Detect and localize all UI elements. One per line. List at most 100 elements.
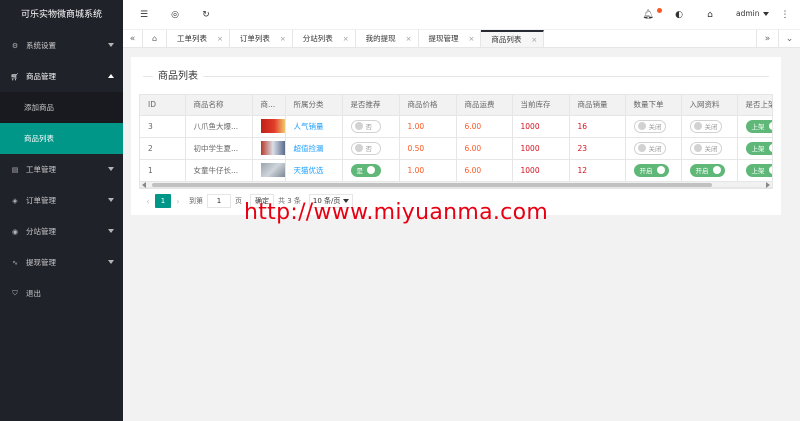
shield-icon: ⛉	[12, 289, 18, 297]
tab-label: 我的提现	[365, 34, 396, 43]
column-header[interactable]: 数量下单	[625, 95, 682, 115]
column-header[interactable]: ID	[140, 95, 186, 115]
qty-order-switch[interactable]: 关闭	[633, 119, 666, 133]
sidebar-item-withdraw-management[interactable]: ∿ 提现管理	[0, 247, 123, 278]
close-icon[interactable]: ×	[217, 35, 223, 43]
caret-down-icon	[762, 11, 769, 16]
pulse-icon: ∿	[12, 258, 18, 267]
sidebar-item-add-product[interactable]: 添加商品	[0, 92, 123, 123]
net-info-switch[interactable]: 开启	[689, 163, 725, 177]
cell-stock: 1000	[512, 158, 570, 181]
cell-price: 0.50	[399, 136, 457, 159]
theme-icon[interactable]: ◐	[672, 8, 686, 22]
sidebar-item-product-management[interactable]: 🛒︎ 商品管理	[0, 61, 123, 92]
refresh-icon[interactable]: ↻	[199, 8, 213, 22]
cell-recommend: 否	[342, 136, 400, 159]
cell-sales: 16	[569, 114, 626, 137]
column-header[interactable]: 是否上架	[737, 95, 772, 115]
chevron-down-icon	[108, 167, 114, 171]
tab-menu-icon[interactable]: ⌄	[778, 30, 800, 47]
cell-shelf: 上架	[737, 136, 772, 159]
recommend-switch[interactable]: 是	[350, 163, 381, 177]
cell-price: 1.00	[399, 114, 457, 137]
cell-net-info: 开启	[681, 158, 738, 181]
page-title: 商品列表	[153, 67, 203, 82]
box-icon: ◈	[12, 196, 18, 205]
sidebar-item-order-management[interactable]: ◈ 订单管理	[0, 185, 123, 216]
cell-freight: 6.00	[456, 136, 513, 159]
tab-withdraw-management[interactable]: 提现管理 ×	[419, 30, 482, 47]
tab-order-list[interactable]: 订单列表 ×	[230, 30, 293, 47]
column-header[interactable]: 是否推荐	[342, 95, 400, 115]
cell-net-info: 关闭	[681, 136, 738, 159]
sidebar-item-ticket-management[interactable]: ▤ 工单管理	[0, 154, 123, 185]
close-icon[interactable]: ×	[280, 35, 286, 43]
tab-scroll-left-icon[interactable]: «	[123, 30, 143, 47]
page-unit: 页	[235, 197, 242, 205]
shelf-switch[interactable]: 上架	[745, 141, 772, 155]
cart-icon: 🛒︎	[10, 72, 20, 81]
chevron-down-icon	[108, 198, 114, 202]
scrollbar-thumb[interactable]	[152, 183, 712, 187]
horizontal-scrollbar[interactable]	[139, 181, 773, 188]
tab-scroll-right-icon[interactable]: »	[756, 30, 778, 47]
cell-name: 女童牛仔长...	[185, 158, 253, 181]
goto-label: 到第	[189, 197, 203, 205]
product-thumbnail[interactable]	[260, 141, 284, 155]
scroll-left-arrow-icon[interactable]	[142, 182, 146, 188]
tab-label: 订单列表	[239, 34, 270, 43]
sidebar-item-system-settings[interactable]: ⚙ 系统设置	[0, 30, 123, 61]
net-info-switch[interactable]: 关闭	[689, 119, 722, 133]
goto-page-input[interactable]: 1	[207, 194, 231, 208]
tab-product-list[interactable]: 商品列表 ×	[481, 30, 545, 47]
column-header[interactable]: 入网资料	[681, 95, 738, 115]
shelf-switch[interactable]: 上架	[745, 163, 772, 177]
menu-toggle-icon[interactable]: ☰	[137, 8, 151, 22]
cell-image[interactable]	[252, 114, 286, 137]
column-header[interactable]: 商品运费	[456, 95, 513, 115]
more-icon[interactable]: ⋮	[778, 8, 792, 22]
close-icon[interactable]: ×	[531, 36, 537, 44]
close-icon[interactable]: ×	[469, 35, 475, 43]
tab-ticket-list[interactable]: 工单列表 ×	[167, 30, 230, 47]
column-header[interactable]: 商品销量	[569, 95, 626, 115]
sidebar-item-product-list[interactable]: 商品列表	[0, 123, 123, 154]
prev-page-icon[interactable]: ‹	[141, 197, 155, 206]
globe-icon[interactable]: ◎	[168, 8, 182, 22]
cell-qty-order: 开启	[625, 158, 682, 181]
column-header[interactable]: 商品价格	[399, 95, 457, 115]
close-icon[interactable]: ×	[343, 35, 349, 43]
cell-qty-order: 关闭	[625, 114, 682, 137]
recommend-switch[interactable]: 否	[350, 119, 381, 133]
qty-order-switch[interactable]: 开启	[633, 163, 669, 177]
tag-icon[interactable]: ⌂	[703, 8, 717, 22]
product-thumbnail[interactable]	[260, 163, 284, 178]
product-table: ID 商品名称 商... 所属分类 是否推荐 商品价格 商品运费 当前库存 商品…	[139, 94, 773, 189]
column-header[interactable]: 当前库存	[512, 95, 570, 115]
sidebar-item-substation-management[interactable]: ◉ 分站管理	[0, 216, 123, 247]
current-page[interactable]: 1	[155, 194, 171, 208]
notification-dot	[657, 8, 662, 13]
tab-my-withdraw[interactable]: 我的提现 ×	[356, 30, 419, 47]
net-info-switch[interactable]: 关闭	[689, 141, 722, 155]
column-header[interactable]: 商...	[252, 95, 286, 115]
cell-image[interactable]	[252, 136, 286, 159]
scroll-right-arrow-icon[interactable]	[766, 182, 770, 188]
legend-line	[143, 76, 769, 77]
tab-substation-list[interactable]: 分站列表 ×	[293, 30, 356, 47]
sidebar-item-label: 订单管理	[26, 196, 56, 205]
next-page-icon[interactable]: ›	[171, 197, 185, 206]
column-header[interactable]: 所属分类	[285, 95, 343, 115]
sidebar-item-logout[interactable]: ⛉ 退出	[0, 278, 123, 309]
product-thumbnail[interactable]	[260, 119, 284, 133]
shelf-switch[interactable]: 上架	[745, 119, 772, 133]
bell-icon[interactable]: 🔔︎	[641, 8, 655, 22]
recommend-switch[interactable]: 否	[350, 141, 381, 155]
tab-label: 分站列表	[302, 34, 333, 43]
user-menu[interactable]: admin	[736, 9, 769, 18]
column-header[interactable]: 商品名称	[185, 95, 253, 115]
home-icon[interactable]: ⌂	[143, 30, 167, 47]
qty-order-switch[interactable]: 关闭	[633, 141, 666, 155]
close-icon[interactable]: ×	[406, 35, 412, 43]
cell-image[interactable]	[252, 158, 286, 181]
